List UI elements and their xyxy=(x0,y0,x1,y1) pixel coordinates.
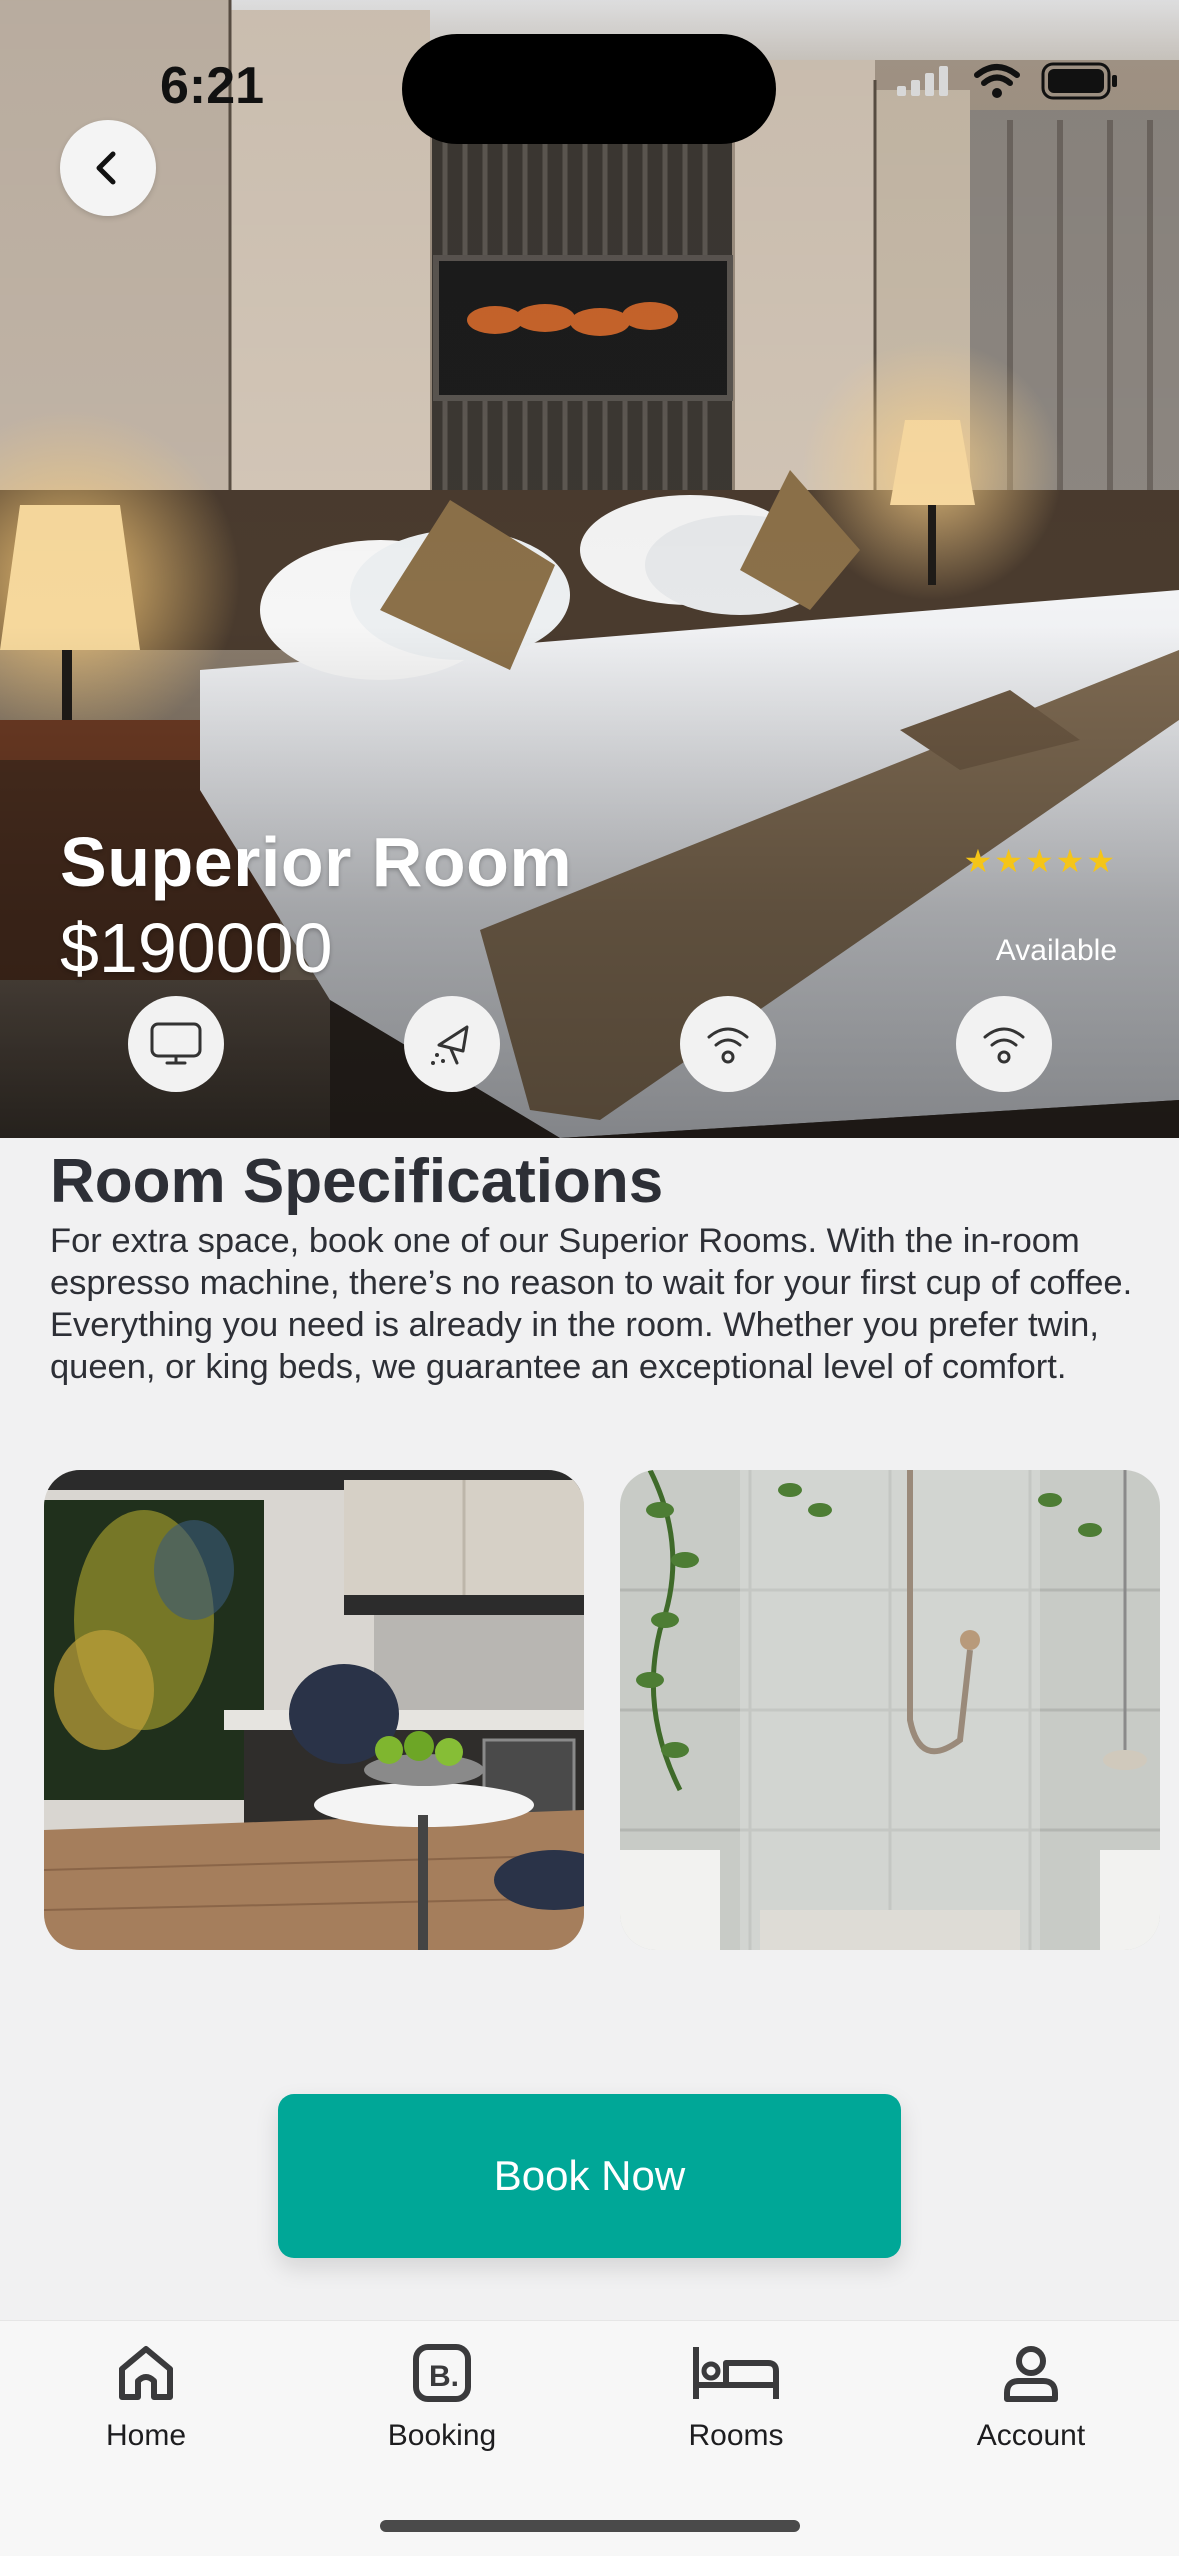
tab-home-label: Home xyxy=(105,2419,187,2452)
home-indicator xyxy=(380,2520,800,2532)
room-gallery xyxy=(44,1470,1162,1950)
book-now-button[interactable]: Book Now xyxy=(278,2094,901,2258)
tab-rooms-label: Rooms xyxy=(688,2419,784,2452)
chevron-left-icon xyxy=(96,151,116,185)
status-time: 6:21 xyxy=(160,57,265,115)
rating-stars: ★★★★★ xyxy=(963,843,1117,879)
room-hero-image: 6:21 Superior Room $190000 ★★★★★ Availab… xyxy=(0,0,1179,1138)
svg-text:B.: B. xyxy=(429,2360,459,2393)
status-icons xyxy=(895,62,1119,100)
home-icon xyxy=(119,2346,173,2400)
specifications-title: Room Specifications xyxy=(50,1147,664,1216)
tab-account[interactable]: Account xyxy=(911,2341,1151,2491)
room-price: $190000 xyxy=(60,909,333,987)
wifi-icon xyxy=(680,996,776,1092)
kitchen-photo[interactable] xyxy=(44,1470,584,1950)
wifi-icon xyxy=(956,996,1052,1092)
account-icon xyxy=(1004,2346,1058,2402)
room-detail-screen: 6:21 Superior Room $190000 ★★★★★ Availab… xyxy=(0,0,1179,2556)
tv-icon xyxy=(128,996,224,1092)
amenity-list xyxy=(128,996,1052,1092)
tab-rooms[interactable]: Rooms xyxy=(616,2341,856,2491)
tab-booking[interactable]: B. Booking xyxy=(322,2341,562,2491)
dynamic-island xyxy=(402,34,776,144)
room-name: Superior Room xyxy=(60,823,573,901)
bed-icon xyxy=(693,2347,779,2399)
tab-booking-label: Booking xyxy=(387,2419,497,2452)
bathroom-photo[interactable] xyxy=(620,1470,1160,1950)
specifications-description: For extra space, book one of our Superio… xyxy=(50,1222,1133,1386)
tab-account-label: Account xyxy=(976,2419,1086,2452)
back-button[interactable] xyxy=(60,120,156,216)
signal-icon xyxy=(897,66,948,96)
availability-status: Available xyxy=(995,934,1117,967)
wifi-status-icon xyxy=(974,64,1020,98)
tab-home[interactable]: Home xyxy=(26,2341,266,2491)
cleaning-icon xyxy=(404,996,500,1092)
battery-icon xyxy=(1041,62,1117,100)
booking-icon: B. xyxy=(413,2344,471,2402)
